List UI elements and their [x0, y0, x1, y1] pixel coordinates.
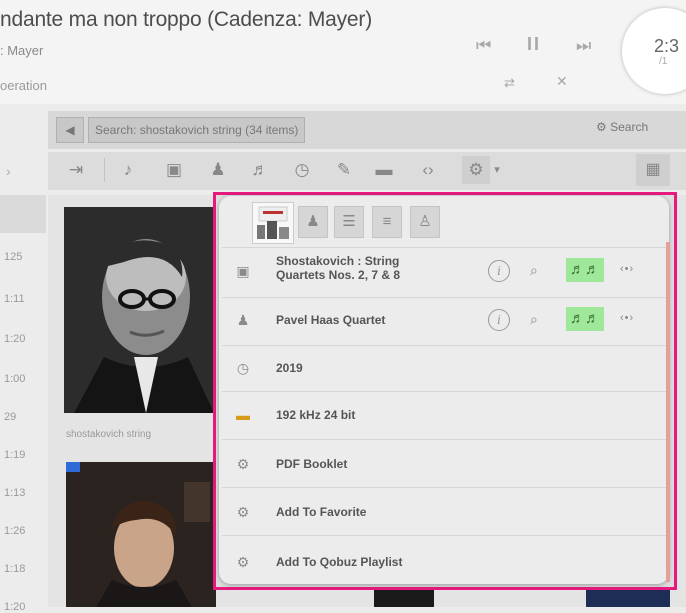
track-title: ndante ma non troppo (Cadenza: Mayer) — [0, 8, 372, 31]
track-time: 1:13 — [4, 487, 26, 499]
performer-icon: ♙ — [418, 213, 432, 230]
album-search-button[interactable]: ⌕ — [530, 262, 538, 279]
music-note-icon[interactable]: ♪ — [114, 156, 142, 184]
gear-icon: ⚙ — [236, 504, 250, 520]
chevron-icon[interactable]: › — [6, 163, 11, 179]
tab-performer[interactable]: ♙ — [410, 206, 440, 238]
album-score-button[interactable]: ♬♬ — [566, 258, 604, 282]
add-favorite-label: Add To Favorite — [276, 505, 367, 519]
album-cover-shostakovich[interactable] — [64, 207, 214, 413]
album-title-label: Shostakovich : String Quartets Nos. 2, 7… — [276, 254, 400, 282]
settings-icon[interactable]: ⚙ — [462, 156, 490, 184]
album-icon: ▣ — [236, 263, 250, 279]
artist-icon[interactable]: ♟ — [204, 156, 232, 184]
track-time: 1:19 — [4, 449, 26, 461]
back-arrow-icon: ◀ — [65, 123, 75, 137]
search-button[interactable]: ⚙ Search — [596, 120, 648, 134]
grid-icon: ▦ — [645, 161, 661, 178]
track-time: 1:11 — [4, 293, 25, 305]
menu-scroll-accent — [666, 242, 670, 582]
track-time: 29 — [4, 411, 17, 423]
artist-label: Pavel Haas Quartet — [276, 313, 386, 327]
tab-artist[interactable]: ♟ — [298, 206, 328, 238]
album-more-button[interactable]: ‹•› — [620, 263, 634, 275]
add-playlist-label: Add To Qobuz Playlist — [276, 555, 403, 569]
year-label: 2019 — [276, 361, 303, 375]
artist-icon: ♟ — [306, 213, 320, 230]
queue-icon[interactable]: ⇥ — [62, 156, 90, 184]
skip-forward-icon: ⏭ — [576, 36, 592, 55]
artist-search-button[interactable]: ⌕ — [530, 311, 538, 328]
album-cover-second[interactable] — [66, 462, 216, 607]
shuffle-button[interactable]: ✕ — [556, 73, 568, 90]
portrait-image — [66, 462, 216, 607]
tab-align[interactable]: ☰ — [334, 206, 364, 238]
search-icon: ⌕ — [530, 311, 538, 327]
track-time: 125 — [4, 251, 23, 263]
gear-icon: ⚙ — [236, 554, 250, 570]
album-title-line2: Quartets Nos. 2, 7 & 8 — [276, 268, 401, 282]
edit-icon[interactable]: ✎ — [330, 156, 358, 184]
track-time: 1:20 — [4, 333, 26, 345]
search-icon: ⌕ — [530, 262, 538, 278]
track-artist: : Mayer — [0, 43, 44, 58]
history-icon[interactable]: ◷ — [288, 156, 316, 184]
library-toolbar — [48, 152, 686, 190]
track-time: 1:18 — [4, 563, 26, 575]
artist-more-button[interactable]: ‹•› — [620, 312, 634, 324]
back-button[interactable]: ◀ — [56, 117, 84, 143]
album-icon[interactable]: ▣ — [160, 156, 188, 184]
tab-list[interactable]: ≡ — [372, 206, 402, 238]
shuffle-icon: ✕ — [556, 73, 568, 89]
album-caption: shostakovich string — [66, 429, 152, 440]
quality-label: 192 kHz 24 bit — [276, 408, 356, 422]
tab-cover[interactable] — [252, 202, 294, 244]
align-icon: ☰ — [342, 213, 356, 230]
repeat-button[interactable]: ⇄ — [504, 75, 515, 91]
clock-icon: ◷ — [236, 360, 250, 376]
more-icon: ‹•› — [620, 263, 635, 275]
track-time: 1:26 — [4, 525, 26, 537]
skip-back-icon: ⏮ — [476, 36, 492, 55]
track-work: oeration — [0, 78, 47, 93]
total-time: /1 — [659, 56, 668, 67]
toolbar-divider — [104, 158, 105, 182]
pause-button[interactable]: II — [527, 34, 541, 55]
artist-score-button[interactable]: ♬♬ — [566, 307, 604, 331]
composer-icon[interactable]: ♬ — [246, 156, 274, 184]
chevron-down-icon[interactable]: ▾ — [490, 156, 504, 184]
artist-icon: ♟ — [236, 312, 250, 328]
repeat-icon: ⇄ — [504, 75, 515, 90]
search-results-label[interactable]: Search: shostakovich string (34 items) — [88, 117, 306, 143]
cover-thumb-icon — [257, 206, 289, 239]
next-track-button[interactable]: ⏭ — [576, 36, 591, 56]
more-icon: ‹•› — [620, 312, 635, 324]
folder-icon: ▬ — [236, 407, 250, 423]
elapsed-time: 2:3 — [654, 36, 680, 56]
grid-view-button[interactable]: ▦ — [636, 154, 670, 186]
info-icon: i — [497, 264, 501, 278]
info-icon: i — [497, 313, 501, 327]
pdf-booklet-label: PDF Booklet — [276, 457, 348, 471]
folder-icon[interactable]: ▬ — [370, 156, 398, 184]
score-icon: ♬♬ — [570, 310, 600, 327]
more-icon[interactable]: ‹› — [414, 156, 442, 184]
gear-icon: ⚙ — [236, 456, 250, 472]
list-icon: ≡ — [382, 213, 392, 230]
portrait-image — [64, 207, 214, 413]
album-title-line1: Shostakovich : String — [276, 254, 400, 268]
score-icon: ♬♬ — [570, 261, 600, 278]
artist-info-button[interactable]: i — [488, 309, 510, 331]
pause-icon: II — [527, 34, 542, 54]
track-time: 1:00 — [4, 373, 26, 385]
album-info-button[interactable]: i — [488, 260, 510, 282]
previous-track-button[interactable]: ⏮ — [476, 36, 491, 56]
track-time: 1:20 — [4, 601, 26, 613]
times-header — [0, 195, 46, 233]
